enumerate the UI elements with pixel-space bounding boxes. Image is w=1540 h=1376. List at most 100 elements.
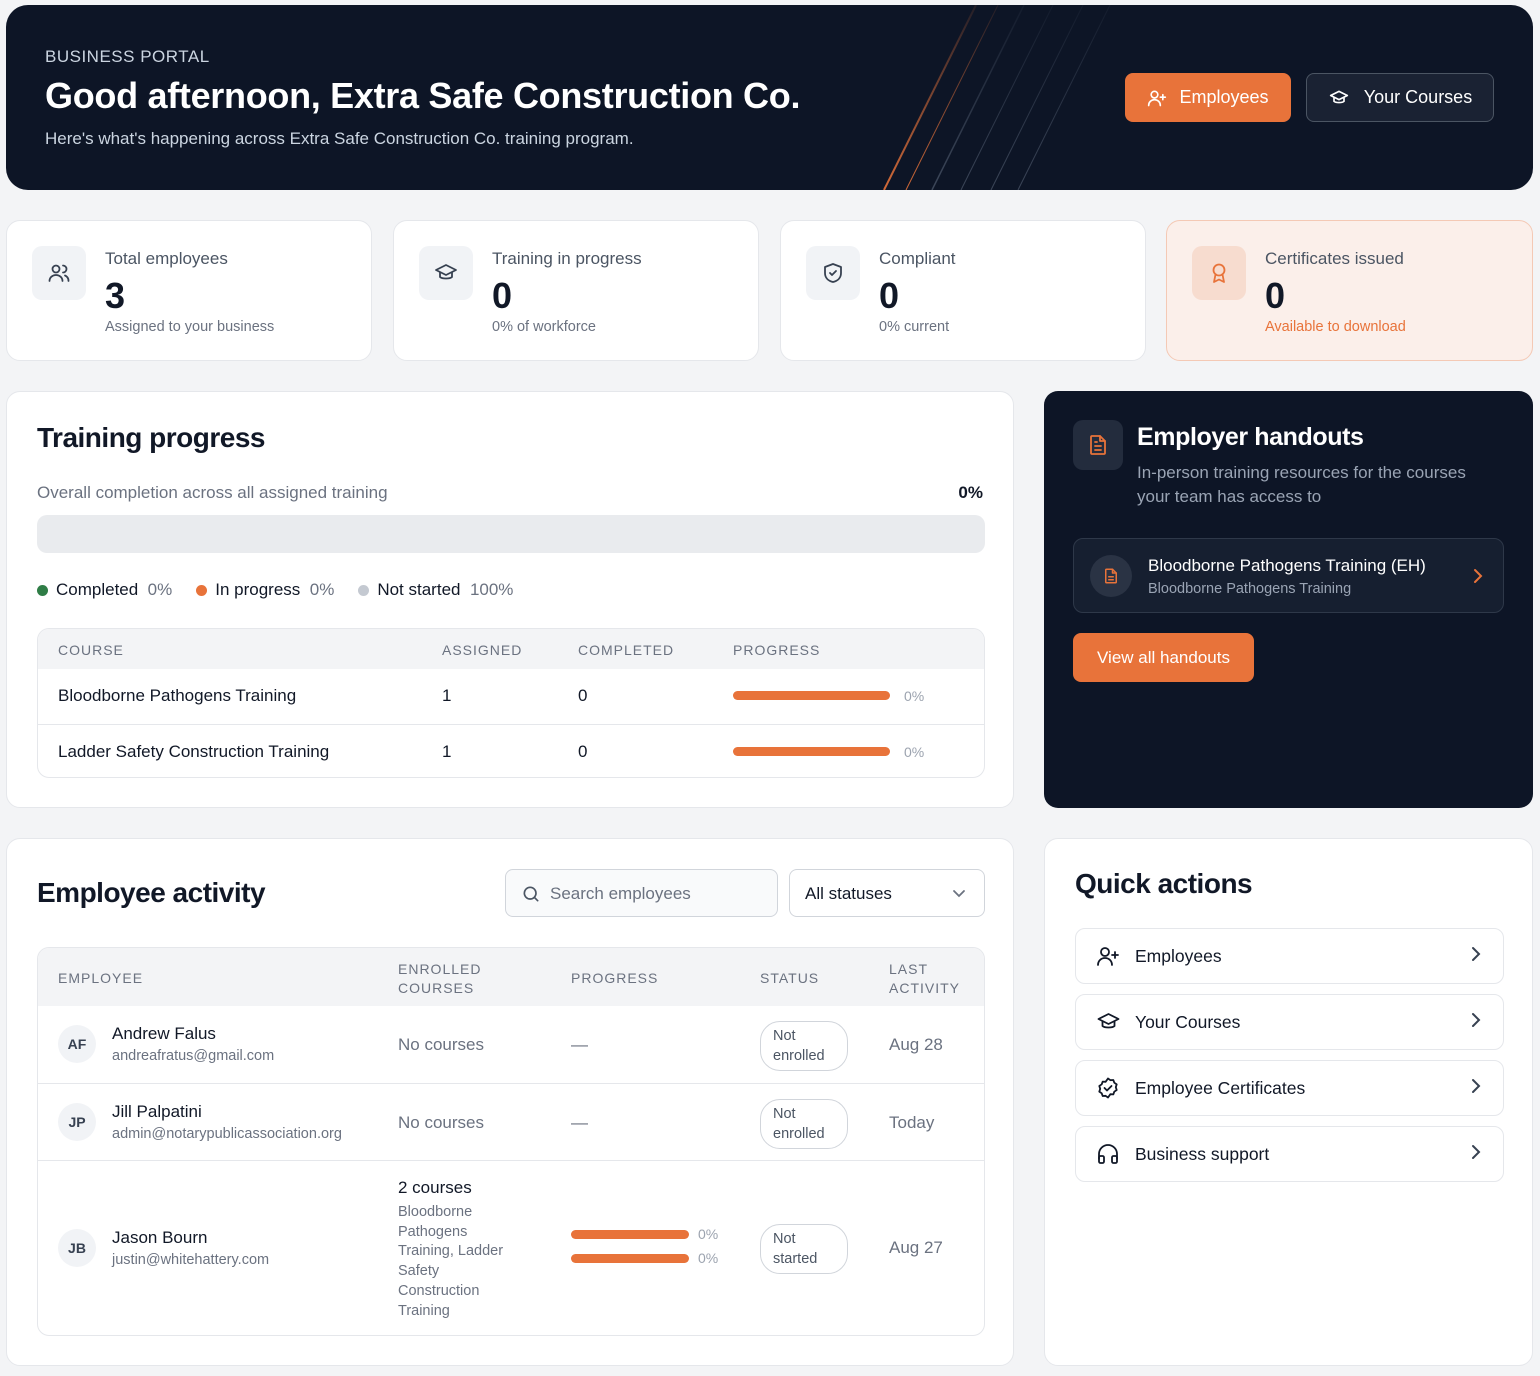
course-progress-bar	[571, 1254, 689, 1263]
column-progress: PROGRESS	[733, 642, 821, 658]
chevron-right-icon	[1472, 1079, 1481, 1093]
employer-handouts-card: Employer handouts In-person training res…	[1044, 391, 1533, 808]
avatar: JB	[58, 1229, 96, 1267]
status-filter-select[interactable]: All statuses	[789, 869, 985, 917]
quick-actions-card: Quick actions Employees Your Courses Emp…	[1044, 838, 1533, 1366]
employee-email: andreafratus@gmail.com	[112, 1048, 275, 1064]
quick-action-label: Your Courses	[1135, 1012, 1241, 1032]
column-enrolled-courses: ENROLLED COURSES	[398, 961, 482, 996]
handout-item-subtitle: Bloodborne Pathogens Training	[1148, 581, 1352, 597]
overall-completion-value: 0%	[958, 483, 983, 502]
status-badge: Not started	[760, 1224, 848, 1274]
column-progress: PROGRESS	[571, 970, 659, 986]
status-filter-value: All statuses	[805, 884, 892, 903]
orange-dot-icon	[196, 585, 208, 597]
stat-label: Certificates issued	[1265, 249, 1404, 268]
course-progress-table: COURSE ASSIGNED COMPLETED PROGRESS Blood…	[37, 628, 985, 778]
column-status: STATUS	[760, 970, 820, 986]
column-completed: COMPLETED	[578, 642, 675, 658]
chevron-down-icon	[953, 890, 965, 898]
chevron-right-icon	[1472, 947, 1481, 961]
shield-check-icon	[824, 263, 842, 283]
progress-empty: —	[571, 1113, 588, 1132]
course-progress-value: 0%	[698, 1250, 719, 1266]
hero-banner: BUSINESS PORTAL Good afternoon, Extra Sa…	[6, 5, 1533, 190]
table-row[interactable]: AF Andrew Falus andreafratus@gmail.com N…	[38, 1006, 984, 1083]
course-progress-value: 0%	[904, 744, 925, 760]
graduation-cap-icon	[1097, 1013, 1120, 1029]
quick-action-employees[interactable]: Employees	[1075, 928, 1504, 984]
user-plus-icon	[1148, 90, 1167, 106]
legend-not-started: Not started 100%	[358, 580, 513, 600]
overall-completion-label: Overall completion across all assigned t…	[37, 483, 388, 502]
page-title: Good afternoon, Extra Safe Construction …	[45, 75, 801, 116]
training-progress-card: Training progress Overall completion acr…	[6, 391, 1014, 808]
stat-training-in-progress: Training in progress 0 0% of workforce	[393, 220, 759, 361]
handouts-title: Employer handouts	[1137, 423, 1364, 451]
table-header: EMPLOYEE ENROLLED COURSES PROGRESS STATU…	[38, 948, 984, 1006]
legend-completed: Completed 0%	[37, 580, 172, 600]
column-assigned: ASSIGNED	[442, 642, 523, 658]
overall-progress-track	[37, 515, 985, 553]
quick-action-employee-certificates[interactable]: Employee Certificates	[1075, 1060, 1504, 1116]
stat-value: 0	[879, 275, 900, 316]
handout-item[interactable]: Bloodborne Pathogens Training (EH) Blood…	[1073, 538, 1504, 613]
table-row[interactable]: JB Jason Bourn justin@whitehattery.com 2…	[38, 1160, 984, 1335]
stat-note: 0% of workforce	[492, 319, 596, 335]
course-progress-bar	[733, 747, 890, 756]
stat-value: 0	[492, 275, 513, 316]
column-last-activity: LAST ACTIVITY	[889, 961, 961, 996]
graduation-cap-icon	[435, 264, 457, 280]
chevron-right-icon	[1474, 569, 1483, 583]
stat-compliant: Compliant 0 0% current	[780, 220, 1146, 361]
status-badge: Not enrolled	[760, 1099, 848, 1149]
quick-action-label: Employees	[1135, 946, 1222, 966]
employees-button[interactable]: Employees	[1125, 73, 1291, 122]
employee-name: Jill Palpatini	[112, 1102, 202, 1121]
chevron-right-icon	[1472, 1013, 1481, 1027]
handout-item-title: Bloodborne Pathogens Training (EH)	[1148, 556, 1426, 575]
last-activity: Aug 27	[889, 1238, 943, 1257]
employee-name: Andrew Falus	[112, 1024, 216, 1043]
award-icon	[1212, 263, 1226, 283]
handouts-subtitle: In-person training resources for the cou…	[1137, 463, 1466, 506]
your-courses-button-label: Your Courses	[1363, 87, 1473, 107]
employee-email: justin@whitehattery.com	[112, 1252, 270, 1268]
quick-actions-title: Quick actions	[1075, 868, 1253, 899]
view-all-handouts-button[interactable]: View all handouts	[1073, 633, 1254, 682]
graduation-cap-icon	[1329, 90, 1348, 103]
avatar: JP	[58, 1103, 96, 1141]
employees-button-label: Employees	[1179, 87, 1269, 107]
quick-action-label: Business support	[1135, 1144, 1270, 1164]
stat-note: 0% current	[879, 319, 950, 335]
stat-certificates-issued: Certificates issued 0 Available to downl…	[1166, 220, 1533, 361]
employee-activity-title: Employee activity	[37, 877, 266, 908]
course-progress-value: 0%	[904, 688, 925, 704]
table-row[interactable]: Bloodborne Pathogens Training 1 0 0%	[38, 669, 984, 724]
file-text-icon	[1105, 568, 1117, 584]
completed-count: 0	[578, 686, 588, 705]
search-input[interactable]: Search employees	[505, 869, 778, 917]
stat-note: Available to download	[1265, 319, 1406, 335]
quick-action-business-support[interactable]: Business support	[1075, 1126, 1504, 1182]
enrolled-courses: No courses	[398, 1113, 484, 1132]
employee-activity-table: EMPLOYEE ENROLLED COURSES PROGRESS STATU…	[37, 947, 985, 1336]
column-course: COURSE	[58, 642, 124, 658]
table-row[interactable]: JP Jill Palpatini admin@notarypublicasso…	[38, 1083, 984, 1160]
stat-label: Total employees	[105, 249, 228, 268]
green-dot-icon	[37, 585, 48, 597]
employee-activity-card: Employee activity Search employees All s…	[6, 838, 1014, 1366]
badge-check-icon	[1098, 1077, 1118, 1099]
stat-label: Training in progress	[492, 249, 642, 268]
course-progress-bar	[733, 691, 890, 700]
your-courses-button[interactable]: Your Courses	[1306, 73, 1494, 122]
quick-action-your-courses[interactable]: Your Courses	[1075, 994, 1504, 1050]
table-row[interactable]: Ladder Safety Construction Training 1 0 …	[38, 724, 984, 777]
assigned-count: 1	[442, 686, 452, 705]
employee-name: Jason Bourn	[112, 1228, 208, 1247]
stat-value: 0	[1265, 275, 1286, 316]
status-badge: Not enrolled	[760, 1021, 848, 1071]
last-activity: Aug 28	[889, 1035, 943, 1054]
legend-in-progress: In progress 0%	[196, 580, 334, 600]
progress-legend: Completed 0% In progress 0% Not started …	[37, 580, 513, 600]
